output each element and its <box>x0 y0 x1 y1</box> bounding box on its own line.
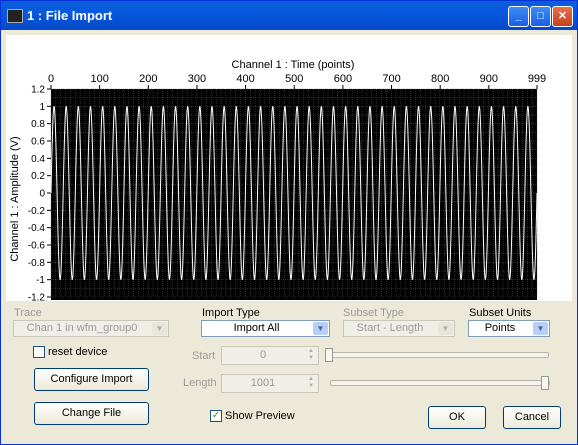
subset-units-label: Subset Units <box>469 307 532 319</box>
spinner-arrows-icon[interactable]: ▲ ▼ <box>305 376 317 391</box>
change-file-button[interactable]: Change File <box>34 402 149 425</box>
y-tick-label: 0.6 <box>31 137 45 148</box>
y-tick-label: 0.8 <box>31 119 45 130</box>
y-tick-label: -0.2 <box>28 206 46 217</box>
chevron-down-icon: ▼ <box>438 322 453 335</box>
x-tick-label: 100 <box>90 73 108 85</box>
chevron-down-icon: ▼ <box>533 322 548 335</box>
x-tick-label: 999 <box>528 73 546 85</box>
app-icon <box>7 9 23 23</box>
x-tick-label: 0 <box>48 73 54 85</box>
cancel-button[interactable]: Cancel <box>503 406 561 429</box>
length-value: 1001 <box>250 377 276 389</box>
trace-label: Trace <box>14 307 42 319</box>
import-type-select[interactable]: Import All ▼ <box>201 320 330 337</box>
trace-value: Chan 1 in wfm_group0 <box>26 322 138 334</box>
show-preview-label: Show Preview <box>225 410 295 422</box>
minimize-button[interactable]: _ <box>508 6 529 27</box>
y-tick-label: -0.4 <box>28 223 46 234</box>
show-preview-checkbox[interactable]: ✓ <box>210 410 222 422</box>
subset-type-value: Start - Length <box>356 322 424 334</box>
x-tick-label: 800 <box>431 73 449 85</box>
reset-device-label: reset device <box>48 346 108 358</box>
length-input[interactable]: 1001 ▲ ▼ <box>221 374 319 393</box>
trace-select[interactable]: Chan 1 in wfm_group0 ▼ <box>13 320 169 337</box>
title-bar[interactable]: 1 : File Import _ □ ✕ <box>1 1 577 30</box>
y-tick-label: 1 <box>39 102 45 113</box>
import-type-value: Import All <box>233 322 280 334</box>
x-tick-label: 900 <box>480 73 498 85</box>
ok-button[interactable]: OK <box>428 406 486 429</box>
start-input[interactable]: 0 ▲ ▼ <box>221 346 319 365</box>
chevron-down-icon: ▼ <box>152 322 167 335</box>
y-tick-label: -1.2 <box>28 293 46 304</box>
chevron-down-icon: ▼ <box>313 322 328 335</box>
length-slider-thumb[interactable] <box>541 376 549 390</box>
x-tick-label: 200 <box>139 73 157 85</box>
import-type-label: Import Type <box>202 307 260 319</box>
y-tick-label: -0.6 <box>28 241 46 252</box>
y-tick-label: 0.2 <box>31 171 45 182</box>
subset-units-value: Points <box>484 322 516 334</box>
x-tick-label: 600 <box>334 73 352 85</box>
length-label: Length <box>183 377 217 389</box>
length-slider-track[interactable] <box>330 380 550 386</box>
reset-device-checkbox[interactable] <box>33 346 45 358</box>
spinner-arrows-icon[interactable]: ▲ ▼ <box>305 348 317 363</box>
start-slider-track[interactable] <box>327 352 549 358</box>
subset-type-select[interactable]: Start - Length ▼ <box>343 320 455 337</box>
y-tick-label: 0 <box>39 189 45 200</box>
start-slider-thumb[interactable] <box>325 348 333 362</box>
y-axis-label: Channel 1 : Amplitude (V) <box>9 136 21 261</box>
x-tick-label: 300 <box>188 73 206 85</box>
x-tick-label: 500 <box>285 73 303 85</box>
maximize-button[interactable]: □ <box>530 6 551 27</box>
y-tick-label: 1.2 <box>31 85 45 96</box>
close-button[interactable]: ✕ <box>552 6 573 27</box>
start-label: Start <box>192 350 216 362</box>
file-import-window: 1 : File Import _ □ ✕ Channel 1 : Time (… <box>0 0 578 445</box>
start-value: 0 <box>259 349 267 361</box>
subset-units-select[interactable]: Points ▼ <box>468 320 550 337</box>
y-tick-label: -0.8 <box>28 258 46 269</box>
window-title: 1 : File Import <box>27 8 113 23</box>
x-tick-label: 400 <box>236 73 254 85</box>
configure-import-button[interactable]: Configure Import <box>34 368 149 391</box>
x-tick-label: 700 <box>382 73 400 85</box>
subset-type-label: Subset Type <box>343 307 404 319</box>
waveform-chart: Channel 1 : Time (points) Channel 1 : Am… <box>6 35 572 304</box>
y-tick-label: -1 <box>36 275 45 286</box>
y-tick-label: 0.4 <box>31 154 45 165</box>
x-axis-label: Channel 1 : Time (points) <box>232 59 355 71</box>
